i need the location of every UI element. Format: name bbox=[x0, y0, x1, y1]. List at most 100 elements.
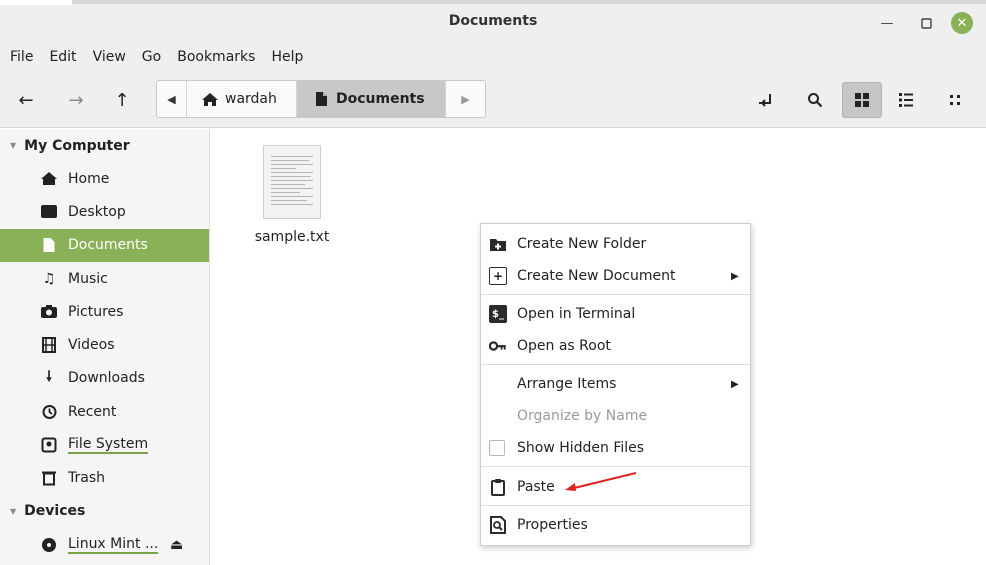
menu-item-create-new-document[interactable]: + Create New Document ▶ bbox=[481, 261, 750, 291]
sidebar-item-documents[interactable]: Documents bbox=[0, 228, 209, 262]
desktop-icon bbox=[41, 205, 57, 219]
menu-item-organize-by-name: Organize by Name bbox=[481, 401, 750, 431]
path-home-button[interactable]: wardah bbox=[187, 81, 297, 117]
menu-item-label: Show Hidden Files bbox=[517, 440, 645, 456]
menu-item-label: Properties bbox=[517, 517, 588, 533]
path-home-label: wardah bbox=[225, 91, 277, 107]
sidebar-item-file-system[interactable]: File System bbox=[0, 428, 209, 461]
search-button[interactable] bbox=[799, 84, 831, 116]
sidebar: ▼ My Computer Home Desktop Documents ♫ M… bbox=[0, 129, 210, 565]
menu-item-open-in-terminal[interactable]: $_ Open in Terminal bbox=[481, 299, 750, 329]
sidebar-item-desktop[interactable]: Desktop bbox=[0, 195, 209, 228]
sidebar-item-music[interactable]: ♫ Music bbox=[0, 262, 209, 295]
close-button[interactable]: ✕ bbox=[951, 12, 973, 34]
sidebar-item-trash[interactable]: Trash bbox=[0, 462, 209, 495]
download-icon: 🠗 bbox=[45, 369, 52, 386]
music-icon: ♫ bbox=[42, 270, 56, 287]
menu-bar: File Edit View Go Bookmarks Help bbox=[0, 42, 986, 72]
menu-item-label: Paste bbox=[517, 479, 555, 495]
menu-separator bbox=[481, 466, 750, 467]
sidebar-item-downloads[interactable]: 🠗 Downloads bbox=[0, 362, 209, 395]
triangle-right-icon: ▶ bbox=[461, 92, 470, 106]
title-bar-edge bbox=[0, 0, 72, 5]
sidebar-item-label: Recent bbox=[68, 403, 117, 420]
menu-item-show-hidden-files[interactable]: Show Hidden Files bbox=[481, 433, 750, 463]
menu-view[interactable]: View bbox=[85, 49, 134, 65]
menu-go[interactable]: Go bbox=[134, 49, 169, 65]
menu-item-create-new-folder[interactable]: Create New Folder bbox=[481, 229, 750, 259]
text-file-icon[interactable] bbox=[263, 145, 321, 219]
file-name-label[interactable]: sample.txt bbox=[247, 229, 337, 245]
maximize-icon bbox=[920, 17, 932, 29]
path-documents-button[interactable]: Documents bbox=[297, 81, 445, 117]
forward-button[interactable]: → bbox=[62, 86, 90, 114]
back-button[interactable]: ← bbox=[12, 86, 40, 114]
sidebar-item-label: Pictures bbox=[68, 303, 124, 320]
toggle-location-button[interactable] bbox=[751, 84, 783, 116]
path-scroll-right-button[interactable]: ▶ bbox=[445, 81, 485, 117]
up-button[interactable]: ↑ bbox=[108, 86, 136, 114]
window-title: Documents bbox=[448, 13, 538, 29]
new-folder-icon bbox=[490, 239, 506, 251]
show-hidden-files-checkbox[interactable] bbox=[489, 440, 505, 456]
compact-icon bbox=[950, 95, 960, 105]
sidebar-item-linux-mint[interactable]: Linux Mint ... ⏏ bbox=[0, 528, 209, 561]
properties-icon bbox=[490, 516, 506, 534]
eject-icon[interactable]: ⏏ bbox=[170, 537, 183, 553]
disc-icon bbox=[42, 537, 56, 552]
menu-item-label: Arrange Items bbox=[517, 376, 617, 392]
menu-item-label: Create New Folder bbox=[517, 236, 647, 252]
path-scroll-left-button[interactable]: ◀ bbox=[157, 81, 187, 117]
clipboard-icon bbox=[491, 479, 505, 496]
compact-view-button[interactable] bbox=[940, 84, 972, 116]
menu-bookmarks[interactable]: Bookmarks bbox=[169, 49, 263, 65]
sidebar-item-label: Trash bbox=[68, 470, 105, 487]
sidebar-item-videos[interactable]: Videos bbox=[0, 328, 209, 361]
sidebar-item-recent[interactable]: Recent bbox=[0, 395, 209, 428]
sidebar-item-home[interactable]: Home bbox=[0, 162, 209, 195]
film-icon bbox=[42, 337, 56, 354]
minimize-button[interactable]: — bbox=[876, 12, 898, 34]
trash-icon bbox=[42, 471, 56, 486]
home-icon bbox=[41, 172, 57, 186]
sidebar-section-label: My Computer bbox=[24, 137, 130, 154]
grid-icon bbox=[855, 93, 869, 107]
document-icon bbox=[43, 238, 55, 253]
title-bar: Documents — ✕ bbox=[0, 0, 986, 42]
arrow-up-icon: ↑ bbox=[114, 89, 130, 111]
sidebar-section-devices[interactable]: ▼ Devices bbox=[0, 495, 209, 528]
arrow-left-icon: ← bbox=[18, 89, 34, 111]
menu-item-label: Create New Document bbox=[517, 268, 676, 284]
menu-file[interactable]: File bbox=[2, 49, 41, 65]
menu-item-label: Open as Root bbox=[517, 338, 611, 354]
submenu-arrow-icon: ▶ bbox=[731, 270, 739, 282]
icon-view-button[interactable] bbox=[842, 82, 882, 118]
maximize-button[interactable] bbox=[915, 12, 937, 34]
sidebar-item-pictures[interactable]: Pictures bbox=[0, 295, 209, 328]
sidebar-item-label: Videos bbox=[68, 337, 115, 354]
new-document-icon: + bbox=[489, 267, 507, 285]
sidebar-item-label: Downloads bbox=[68, 370, 145, 387]
menu-help[interactable]: Help bbox=[263, 49, 311, 65]
annotation-arrow-icon bbox=[565, 472, 637, 491]
close-icon: ✕ bbox=[956, 15, 968, 31]
path-bar: ◀ wardah Documents ▶ bbox=[156, 80, 486, 118]
key-icon bbox=[489, 341, 506, 351]
sidebar-section-my-computer[interactable]: ▼ My Computer bbox=[0, 129, 209, 162]
menu-item-open-as-root[interactable]: Open as Root bbox=[481, 331, 750, 361]
arrow-right-icon: → bbox=[68, 89, 84, 111]
list-icon bbox=[899, 93, 913, 107]
menu-item-arrange-items[interactable]: Arrange Items ▶ bbox=[481, 369, 750, 399]
document-icon bbox=[316, 92, 327, 106]
sidebar-item-label: Music bbox=[68, 270, 108, 287]
context-menu: Create New Folder + Create New Document … bbox=[480, 223, 751, 546]
menu-item-properties[interactable]: Properties bbox=[481, 510, 750, 540]
camera-icon bbox=[41, 305, 57, 319]
list-view-button[interactable] bbox=[890, 84, 922, 116]
sidebar-item-label: File System bbox=[68, 436, 149, 455]
sidebar-section-label: Devices bbox=[24, 503, 86, 520]
triangle-left-icon: ◀ bbox=[167, 92, 176, 106]
menu-separator bbox=[481, 364, 750, 365]
menu-separator bbox=[481, 505, 750, 506]
menu-edit[interactable]: Edit bbox=[41, 49, 84, 65]
